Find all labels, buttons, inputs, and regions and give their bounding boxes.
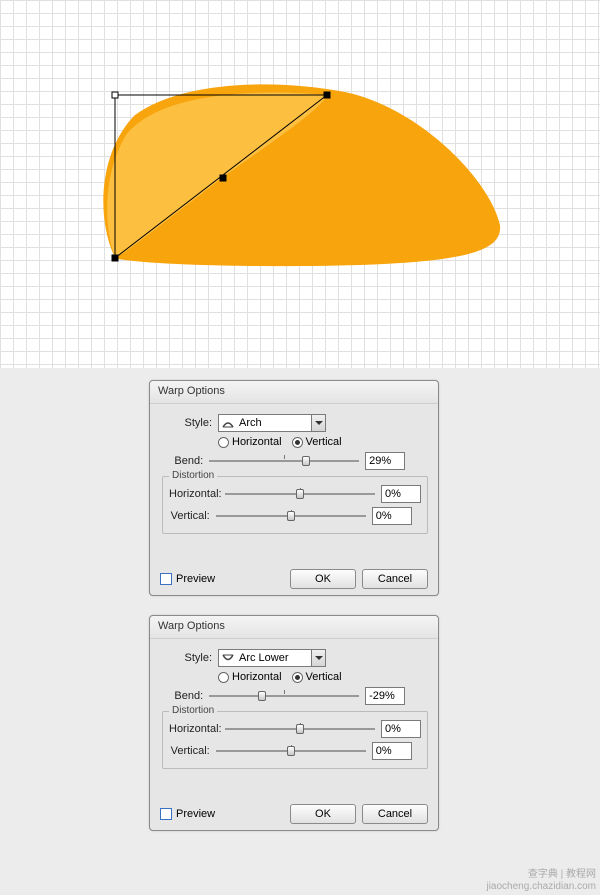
artboard (0, 0, 600, 368)
dist-h-input[interactable] (381, 720, 421, 738)
dist-v-input[interactable] (372, 742, 412, 760)
dist-v-label: Vertical: (169, 745, 216, 757)
artwork-svg (0, 0, 600, 368)
orientation-vertical-radio[interactable]: Vertical (292, 671, 342, 683)
ok-button[interactable]: OK (290, 569, 356, 589)
preview-label: Preview (176, 808, 215, 820)
distortion-legend: Distortion (169, 470, 217, 481)
cancel-button[interactable]: Cancel (362, 804, 428, 824)
radio-label: Horizontal (232, 436, 282, 448)
dist-v-slider[interactable] (216, 508, 366, 524)
preview-checkbox[interactable]: Preview (160, 573, 215, 585)
arch-icon (219, 417, 237, 429)
orientation-vertical-radio[interactable]: Vertical (292, 436, 342, 448)
dist-v-slider[interactable] (216, 743, 366, 759)
preview-checkbox[interactable]: Preview (160, 808, 215, 820)
dist-h-input[interactable] (381, 485, 421, 503)
dist-h-label: Horizontal: (169, 488, 225, 500)
handle-tl[interactable] (112, 92, 118, 98)
style-label: Style: (162, 417, 218, 429)
bend-input[interactable] (365, 687, 405, 705)
ok-button[interactable]: OK (290, 804, 356, 824)
style-value: Arch (237, 417, 311, 429)
arc-lower-icon (219, 652, 237, 664)
bend-slider[interactable] (209, 453, 359, 469)
orientation-horizontal-radio[interactable]: Horizontal (218, 436, 282, 448)
dialog-title: Warp Options (150, 381, 438, 404)
handle-mid[interactable] (220, 175, 226, 181)
cancel-button[interactable]: Cancel (362, 569, 428, 589)
chevron-down-icon (311, 415, 325, 431)
handle-tr[interactable] (324, 92, 330, 98)
handle-bl[interactable] (112, 255, 118, 261)
dialog-area: Warp Options Style: Arch Horizontal Vert… (0, 368, 600, 895)
dist-h-slider[interactable] (225, 721, 375, 737)
distortion-legend: Distortion (169, 705, 217, 716)
bend-input[interactable] (365, 452, 405, 470)
radio-label: Horizontal (232, 671, 282, 683)
bend-label: Bend: (162, 455, 209, 467)
style-dropdown[interactable]: Arch (218, 414, 326, 432)
orientation-horizontal-radio[interactable]: Horizontal (218, 671, 282, 683)
style-label: Style: (162, 652, 218, 664)
watermark: 查字典 | 教程网 jiaocheng.chazidian.com (486, 869, 596, 893)
dist-v-label: Vertical: (169, 510, 216, 522)
chevron-down-icon (311, 650, 325, 666)
dist-h-slider[interactable] (225, 486, 375, 502)
dialog-title: Warp Options (150, 616, 438, 639)
style-dropdown[interactable]: Arc Lower (218, 649, 326, 667)
bend-label: Bend: (162, 690, 209, 702)
style-value: Arc Lower (237, 652, 311, 664)
dist-h-label: Horizontal: (169, 723, 225, 735)
radio-label: Vertical (306, 436, 342, 448)
warp-options-dialog: Warp Options Style: Arch Horizontal Vert… (149, 380, 439, 596)
warp-options-dialog: Warp Options Style: Arc Lower Horizontal… (149, 615, 439, 831)
dist-v-input[interactable] (372, 507, 412, 525)
radio-label: Vertical (306, 671, 342, 683)
bend-slider[interactable] (209, 688, 359, 704)
preview-label: Preview (176, 573, 215, 585)
